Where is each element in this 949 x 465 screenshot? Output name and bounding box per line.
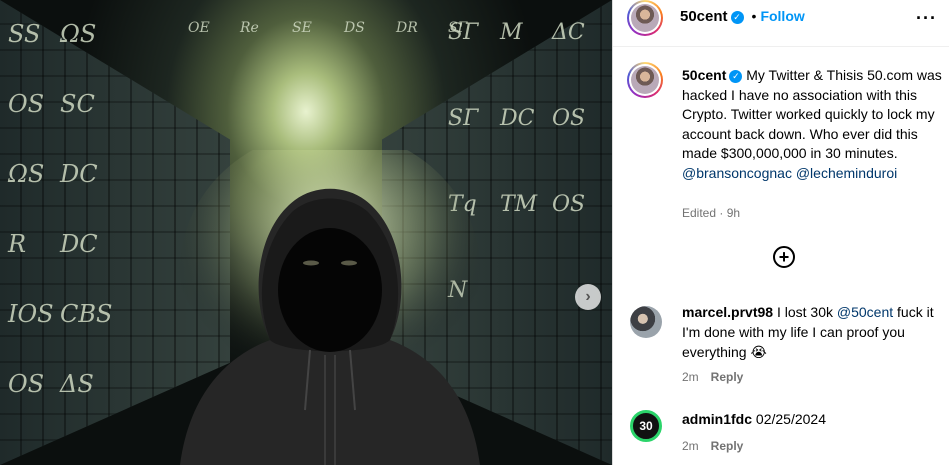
comment-text: I lost 30k — [776, 304, 837, 320]
commenter-avatar[interactable]: 30 — [630, 410, 662, 442]
code-glyph: OS — [552, 106, 586, 131]
comment-age: 2m — [682, 439, 699, 453]
comment-item: marcel.prvt98 I lost 30k @50cent fuck it… — [682, 302, 947, 362]
comment-mention[interactable]: @50cent — [837, 304, 893, 320]
code-glyph: Re — [240, 20, 259, 36]
author-avatar-image — [631, 4, 659, 32]
comment-meta: 2m Reply — [682, 439, 743, 453]
code-glyph: ΩS — [60, 20, 97, 48]
reply-button[interactable]: Reply — [711, 370, 744, 384]
code-glyph: DC — [500, 106, 535, 131]
reply-button[interactable]: Reply — [711, 439, 744, 453]
code-glyph: CBS — [60, 300, 113, 328]
caption-mention-bransoncognac[interactable]: @bransoncognac — [682, 165, 792, 181]
author-username[interactable]: 50cent — [680, 8, 728, 25]
post-image[interactable]: SSΩSOSSCΩSDCRDCΙOSCBSOSΔS SΓMΔCSΓDCOSTqT… — [0, 0, 612, 465]
plus-circle-icon: + — [778, 247, 790, 267]
post-sidebar: 50cent ✓ • Follow ··· 50cent ✓ My Twitter & … — [612, 0, 949, 465]
code-glyph: SS — [8, 20, 41, 48]
caption-mention-lecheminduroi[interactable]: @lecheminduroi — [796, 165, 897, 181]
comment-text: 02/25/2024 — [755, 411, 826, 427]
caption-avatar-image — [631, 66, 659, 94]
code-glyph: OS — [552, 192, 586, 217]
caption-meta: Edited · 9h — [682, 206, 741, 220]
follow-button[interactable]: Follow — [760, 8, 804, 24]
load-more-comments-button[interactable]: + — [773, 246, 795, 268]
code-glyph: DC — [60, 230, 98, 258]
post-header: 50cent ✓ • Follow ··· — [613, 0, 949, 36]
comment-username[interactable]: marcel.prvt98 — [682, 304, 773, 320]
author-avatar[interactable] — [627, 0, 663, 36]
code-glyph: SE — [292, 20, 312, 36]
code-glyph: OE — [188, 20, 210, 36]
caption-author-avatar[interactable] — [627, 62, 663, 98]
comment-username[interactable]: admin1fdc — [682, 411, 752, 427]
code-glyph: DS — [344, 20, 365, 36]
verified-badge-icon: ✓ — [729, 70, 743, 83]
comment-item: admin1fdc 02/25/2024 — [682, 409, 947, 429]
code-glyph: ΔS — [60, 370, 94, 398]
code-glyph: R — [8, 230, 27, 258]
separator-dot: • — [751, 8, 757, 24]
code-glyph: SC — [60, 90, 95, 118]
more-options-icon[interactable]: ··· — [916, 8, 937, 29]
next-image-button[interactable]: › — [575, 284, 601, 310]
comment-age: 2m — [682, 370, 699, 384]
code-glyph: SΓ — [448, 20, 468, 36]
commenter-avatar[interactable] — [630, 306, 662, 338]
post-caption: 50cent ✓ My Twitter & Thisis 50.com was h… — [682, 66, 944, 183]
code-glyph: ΩS — [8, 160, 45, 188]
header-username-row: 50cent ✓ • Follow — [680, 8, 805, 26]
comment-meta: 2m Reply — [682, 370, 743, 384]
chevron-right-icon: › — [585, 288, 591, 305]
header-divider — [613, 46, 949, 47]
verified-badge-icon: ✓ — [730, 11, 744, 24]
code-glyph: SΓ — [448, 106, 479, 131]
hooded-figure — [180, 150, 480, 465]
code-glyph: M — [500, 20, 523, 45]
code-glyph: DR — [396, 20, 418, 36]
code-glyph: ΔC — [552, 20, 585, 45]
code-glyph: OS — [8, 90, 45, 118]
code-glyphs-ceiling: OE Re SE DS DR SΓ — [180, 0, 467, 140]
avatar-badge-text: 30 — [639, 419, 653, 433]
code-glyph: OS — [8, 370, 45, 398]
code-glyph: DC — [60, 160, 98, 188]
caption-username[interactable]: 50cent — [682, 67, 726, 83]
code-glyph: ΙOS — [8, 300, 54, 328]
